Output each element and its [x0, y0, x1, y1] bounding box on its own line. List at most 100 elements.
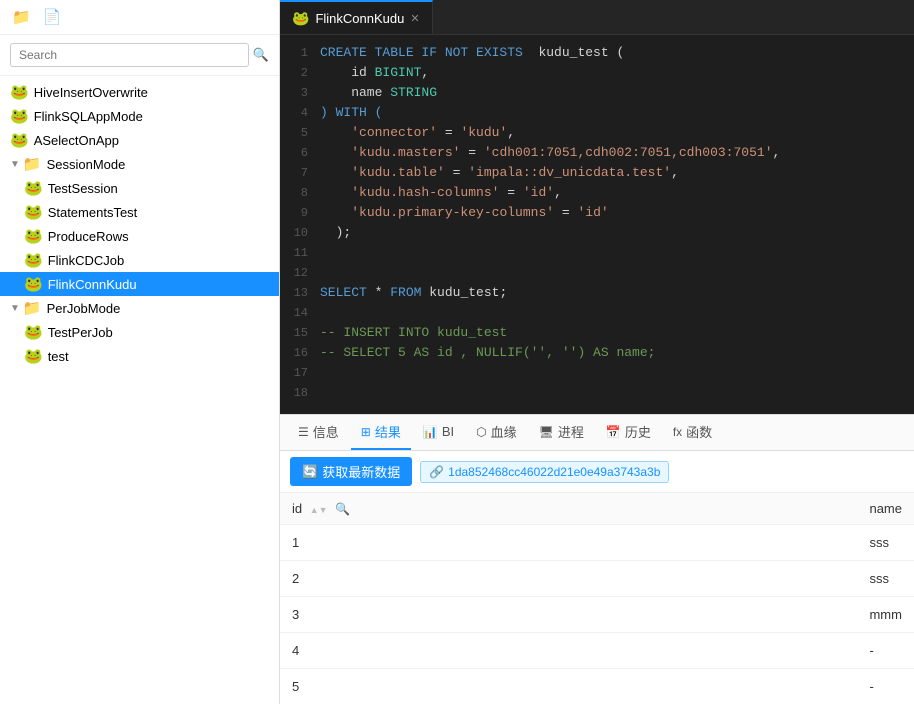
- item-label: FlinkSQLAppMode: [34, 109, 143, 124]
- col-name-label: name: [869, 501, 902, 516]
- code-token: =: [499, 185, 522, 200]
- sidebar-item-produce-rows[interactable]: 🐸ProduceRows: [0, 224, 279, 248]
- code-token: id: [320, 65, 375, 80]
- cell-name: mmm: [857, 597, 914, 633]
- line-number: 12: [280, 263, 320, 283]
- sidebar-item-test[interactable]: 🐸test: [0, 344, 279, 368]
- code-token: ,: [671, 165, 679, 180]
- code-token: =: [437, 125, 460, 140]
- line-number: 5: [280, 123, 320, 143]
- sidebar-item-a-select-on-app[interactable]: 🐸 ASelectOnApp: [0, 128, 279, 152]
- code-token: );: [320, 225, 351, 240]
- line-number: 2: [280, 63, 320, 83]
- line-content: -- SELECT 5 AS id , NULLIF('', '') AS na…: [320, 343, 655, 363]
- code-token: =: [554, 205, 577, 220]
- code-token: 'cdh001:7051,cdh002:7051,cdh003:7051': [484, 145, 773, 160]
- table-row: 3mmm: [280, 597, 914, 633]
- sidebar-item-test-per-job[interactable]: 🐸TestPerJob: [0, 320, 279, 344]
- tab-label: FlinkConnKudu: [315, 11, 404, 26]
- sidebar-item-flink-conn-kudu[interactable]: 🐸 FlinkConnKudu: [0, 272, 279, 296]
- sidebar-search-area: 🔍: [0, 35, 279, 76]
- code-token: 'id': [577, 205, 608, 220]
- line-number: 13: [280, 283, 320, 303]
- item-icon: 🐸: [24, 179, 43, 197]
- code-line: 11: [280, 243, 914, 263]
- tab-icon-process: 🖥: [539, 425, 554, 439]
- arrow-icon: ▼: [10, 159, 20, 170]
- line-number: 6: [280, 143, 320, 163]
- item-icon: 🐸: [10, 131, 29, 149]
- code-line: 13SELECT * FROM kudu_test;: [280, 283, 914, 303]
- code-line: 7 'kudu.table' = 'impala::dv_unicdata.te…: [280, 163, 914, 183]
- search-input[interactable]: [10, 43, 249, 67]
- sidebar-item-flink-cdc-job[interactable]: 🐸FlinkCDCJob: [0, 248, 279, 272]
- code-token: FROM: [390, 285, 421, 300]
- code-line: 6 'kudu.masters' = 'cdh001:7051,cdh002:7…: [280, 143, 914, 163]
- code-line: 14: [280, 303, 914, 323]
- bottom-tab-history[interactable]: 📅历史: [596, 415, 661, 450]
- bottom-tab-result[interactable]: ⊞ 结果: [351, 415, 411, 450]
- sidebar-item-per-job-mode-folder[interactable]: ▼ 📁PerJobMode: [0, 296, 279, 320]
- code-line: 9 'kudu.primary-key-columns' = 'id': [280, 203, 914, 223]
- code-line: 2 id BIGINT,: [280, 63, 914, 83]
- code-line: 10 );: [280, 223, 914, 243]
- code-token: -- SELECT 5 AS id , NULLIF('', '') AS na…: [320, 345, 655, 360]
- item-label: ProduceRows: [48, 229, 129, 244]
- item-icon: 🐸: [24, 275, 43, 293]
- sidebar-file-icon[interactable]: 📄: [39, 6, 66, 28]
- hash-badge: 🔗 1da852468cc46022d21e0e49a3743a3b: [420, 461, 669, 483]
- sidebar-item-test-session[interactable]: 🐸TestSession: [0, 176, 279, 200]
- tab-label-result: 结果: [375, 422, 401, 441]
- tab-icon-result: ⊞: [361, 425, 371, 439]
- table-row: 4-: [280, 633, 914, 669]
- cell-id: 2: [280, 561, 857, 597]
- bottom-tab-bi[interactable]: 📊BI: [413, 415, 464, 450]
- col-search-icon[interactable]: 🔍: [335, 502, 350, 516]
- refresh-data-button[interactable]: 🔄 获取最新数据: [290, 457, 412, 486]
- line-content: SELECT * FROM kudu_test;: [320, 283, 507, 303]
- code-token: *: [367, 285, 390, 300]
- code-line: 18: [280, 383, 914, 403]
- line-number: 3: [280, 83, 320, 103]
- tab-icon-func: fx: [673, 425, 682, 439]
- sort-icons[interactable]: ▲▼: [310, 505, 328, 515]
- line-content: 'kudu.hash-columns' = 'id',: [320, 183, 562, 203]
- result-table: id ▲▼ 🔍 name 1sss2sss3mmm4-5-: [280, 493, 914, 704]
- line-content: );: [320, 223, 351, 243]
- item-label: FlinkConnKudu: [48, 277, 137, 292]
- code-editor[interactable]: 1CREATE TABLE IF NOT EXISTS kudu_test (2…: [280, 35, 914, 414]
- code-token: [320, 205, 351, 220]
- bottom-tab-info[interactable]: ☰信息: [288, 415, 349, 450]
- refresh-icon: 🔄: [302, 464, 318, 480]
- sidebar-item-statements-test[interactable]: 🐸StatementsTest: [0, 200, 279, 224]
- cell-id: 4: [280, 633, 857, 669]
- editor-tab-flinkconnkudu[interactable]: 🐸 FlinkConnKudu ✕: [280, 0, 433, 34]
- cell-name: sss: [857, 561, 914, 597]
- item-label: test: [48, 349, 69, 364]
- code-line: 16-- SELECT 5 AS id , NULLIF('', '') AS …: [280, 343, 914, 363]
- item-label: ASelectOnApp: [34, 133, 119, 148]
- item-label: FlinkCDCJob: [48, 253, 125, 268]
- line-content: 'kudu.masters' = 'cdh001:7051,cdh002:705…: [320, 143, 780, 163]
- bottom-tab-process[interactable]: 🖥 进程: [529, 415, 594, 450]
- tab-close-button[interactable]: ✕: [410, 12, 419, 25]
- bottom-tab-lineage[interactable]: ⬡血缘: [466, 415, 527, 450]
- tab-label-process: 进程: [558, 422, 584, 441]
- line-number: 8: [280, 183, 320, 203]
- sidebar-toolbar: 📁 📄: [0, 0, 279, 35]
- search-button[interactable]: 🔍: [253, 47, 269, 63]
- sidebar-item-flink-sql-app-mode[interactable]: 🐸FlinkSQLAppMode: [0, 104, 279, 128]
- bottom-tab-func[interactable]: fx函数: [663, 415, 722, 450]
- sidebar-folder-icon[interactable]: 📁: [8, 6, 35, 28]
- item-icon: 📁: [23, 299, 42, 317]
- code-token: 'impala::dv_unicdata.test': [468, 165, 671, 180]
- sidebar-item-hive-insert-overwrite[interactable]: 🐸HiveInsertOverwrite: [0, 80, 279, 104]
- line-number: 9: [280, 203, 320, 223]
- code-token: 'id': [523, 185, 554, 200]
- tab-icon: 🐸: [292, 10, 309, 27]
- code-token: kudu_test (: [523, 45, 624, 60]
- code-token: -- INSERT INTO kudu_test: [320, 325, 507, 340]
- sidebar-item-session-mode-folder[interactable]: ▼ 📁SessionMode: [0, 152, 279, 176]
- code-line: 15-- INSERT INTO kudu_test: [280, 323, 914, 343]
- cell-id: 5: [280, 669, 857, 704]
